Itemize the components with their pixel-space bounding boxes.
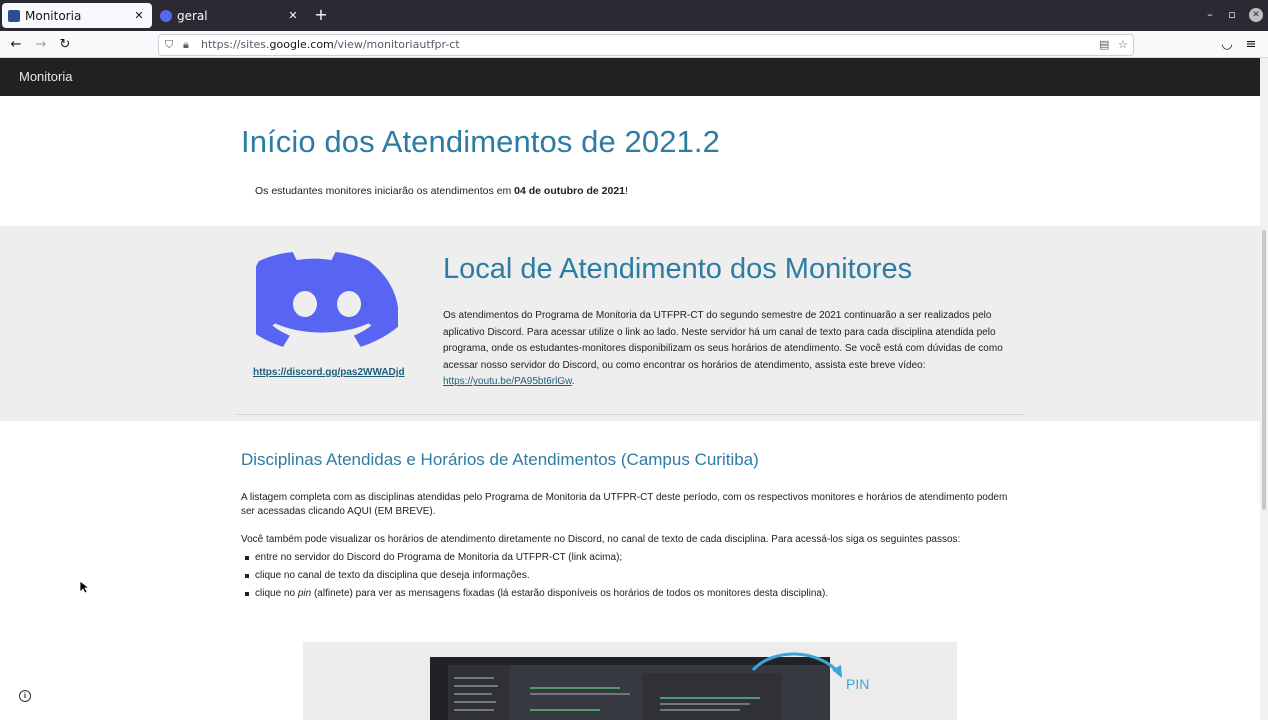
url-bar[interactable]: ⛉ 🔒︎ https://sites.google.com/view/monit… <box>158 34 1134 56</box>
back-icon[interactable]: ← <box>7 36 25 54</box>
page-content: Início dos Atendimentos de 2021.2 Os est… <box>0 96 1260 720</box>
page-title: Início dos Atendimentos de 2021.2 <box>241 124 720 159</box>
minimize-icon[interactable]: – <box>1203 8 1217 22</box>
mouse-cursor-icon <box>79 580 89 594</box>
reload-icon[interactable]: ↻ <box>56 36 74 54</box>
new-tab-icon[interactable]: + <box>312 6 330 24</box>
section-divider <box>236 414 1024 415</box>
site-favicon-icon <box>8 9 20 22</box>
menu-icon[interactable]: ≡ <box>1242 36 1260 54</box>
tab-monitoria[interactable]: Monitoria ✕ <box>2 3 152 28</box>
disciplinas-heading: Disciplinas Atendidas e Horários de Aten… <box>241 450 759 469</box>
video-link[interactable]: https://youtu.be/PA95bt6rlGw <box>443 376 572 387</box>
tab-geral[interactable]: geral ✕ <box>154 3 306 28</box>
list-item: clique no pin (alfinete) para ver as men… <box>245 587 828 605</box>
pin-arrow-icon <box>751 652 842 678</box>
steps-list: entre no servidor do Discord do Programa… <box>245 551 828 605</box>
tab-close-icon[interactable]: ✕ <box>284 9 302 22</box>
shield-icon[interactable]: ⛉ <box>165 35 173 55</box>
pocket-icon[interactable]: ◡ <box>1218 36 1236 54</box>
discord-screenshot-image: PIN <box>303 642 957 720</box>
local-heading: Local de Atendimento dos Monitores <box>443 253 913 285</box>
reader-view-icon[interactable]: ▤ <box>1099 35 1109 55</box>
discord-invite-link[interactable]: https://discord.gg/pas2WWADjd <box>253 367 405 378</box>
tab-title: Monitoria <box>25 8 82 23</box>
tab-close-icon[interactable]: ✕ <box>130 9 148 22</box>
browser-tab-bar: Monitoria ✕ geral ✕ + – ▫ ✕ <box>0 0 1268 31</box>
disciplinas-paragraph-1: A listagem completa com as disciplinas a… <box>241 492 1008 517</box>
close-window-icon[interactable]: ✕ <box>1249 8 1263 22</box>
discord-favicon-icon <box>160 9 172 22</box>
forward-icon[interactable]: → <box>32 36 50 54</box>
discord-logo-icon <box>256 252 398 347</box>
scrollbar-thumb[interactable] <box>1262 230 1266 510</box>
intro-text: Os estudantes monitores iniciarão os ate… <box>255 185 628 197</box>
lock-icon[interactable]: 🔒︎ <box>183 35 189 55</box>
scrollbar[interactable] <box>1260 58 1268 720</box>
site-title[interactable]: Monitoria <box>19 69 72 84</box>
tab-title: geral <box>177 8 208 23</box>
local-section: https://discord.gg/pas2WWADjd Local de A… <box>0 226 1260 421</box>
browser-nav-bar: ← → ↻ ⛉ 🔒︎ https://sites.google.com/view… <box>0 31 1268 58</box>
bookmark-star-icon[interactable]: ☆ <box>1118 35 1128 55</box>
list-item: entre no servidor do Discord do Programa… <box>245 551 828 569</box>
url-text: https://sites.google.com/view/monitoriau… <box>201 38 460 51</box>
pin-label: PIN <box>846 676 870 692</box>
list-item: clique no canal de texto da disciplina q… <box>245 569 828 587</box>
local-paragraph: Os atendimentos do Programa de Monitoria… <box>443 310 1003 388</box>
disciplinas-paragraph-2: Você também pode visualizar os horários … <box>241 534 961 545</box>
info-icon[interactable]: i <box>19 690 31 702</box>
site-header: Monitoria <box>0 58 1260 96</box>
restore-icon[interactable]: ▫ <box>1225 8 1239 22</box>
